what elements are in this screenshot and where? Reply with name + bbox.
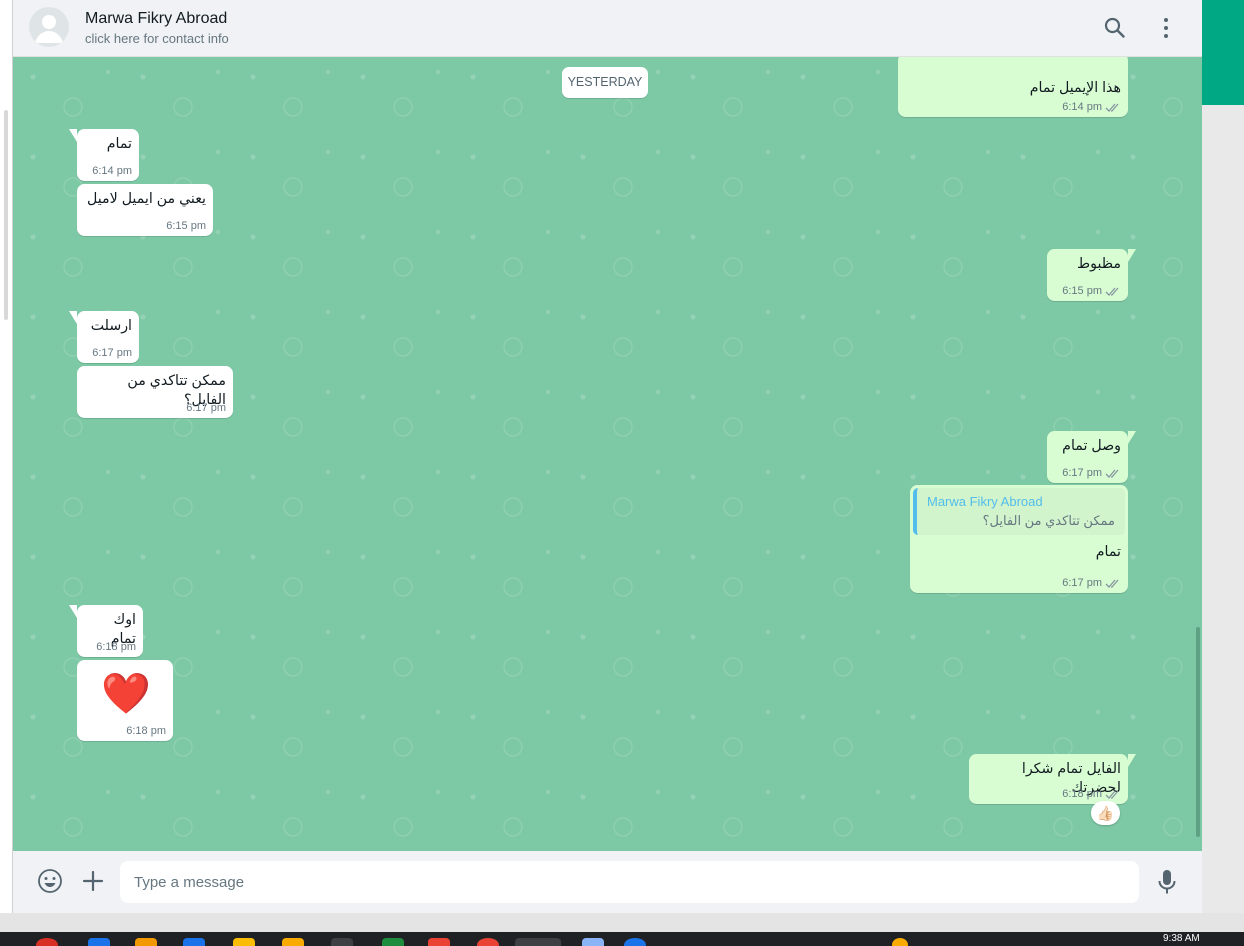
message-text: ارسلت xyxy=(90,318,132,334)
taskbar-app-icon[interactable] xyxy=(624,938,646,946)
message-time: 6:18 pm xyxy=(126,725,166,737)
emoji-button[interactable] xyxy=(37,868,63,894)
message-meta: 6:15 pm xyxy=(1062,285,1121,297)
taskbar-app-icon[interactable] xyxy=(135,938,157,946)
message-text: تمام xyxy=(106,136,132,152)
message-meta: 6:17 pm xyxy=(1062,467,1121,479)
message-meta: 6:17 pm xyxy=(92,347,132,359)
double-check-icon xyxy=(1105,287,1119,296)
menu-button[interactable] xyxy=(1155,15,1177,41)
incoming-message[interactable]: يعني من ايميل لاميل 6:15 pm xyxy=(77,184,213,236)
message-reaction[interactable]: 👍🏻 xyxy=(1091,801,1120,825)
double-check-icon xyxy=(1105,790,1119,799)
message-meta: 6:14 pm xyxy=(1062,101,1121,113)
avatar[interactable] xyxy=(29,7,69,47)
message-time: 6:14 pm xyxy=(92,165,132,177)
accent-bar xyxy=(1202,0,1244,105)
message-time: 6:18 pm xyxy=(1062,788,1102,800)
quoted-message[interactable]: Marwa Fikry Abroad ممكن تتاكدي من الفايل… xyxy=(913,488,1125,535)
taskbar-tray-icon[interactable] xyxy=(892,938,908,946)
double-check-icon xyxy=(1105,469,1119,478)
message-time: 6:15 pm xyxy=(1062,285,1102,297)
message-meta: 6:17 pm xyxy=(1062,577,1121,589)
more-vertical-icon xyxy=(1164,18,1168,38)
microphone-icon xyxy=(1158,870,1176,894)
message-list[interactable]: YESTERDAY هذا الإيميل تمام 6:14 pm تمام … xyxy=(13,57,1203,851)
plus-icon xyxy=(82,870,104,892)
taskbar-app-icon[interactable] xyxy=(233,938,255,946)
message-text: هذا الإيميل تمام xyxy=(1029,80,1121,96)
message-input[interactable] xyxy=(120,861,1139,903)
day-separator: YESTERDAY xyxy=(562,67,648,98)
message-time: 6:18 pm xyxy=(96,641,136,653)
chat-scrollbar[interactable] xyxy=(1196,627,1200,837)
taskbar-app-icon[interactable] xyxy=(183,938,205,946)
smiley-icon xyxy=(38,869,62,893)
left-scrollbar[interactable] xyxy=(4,110,8,320)
incoming-emoji-message[interactable]: ❤️ 6:18 pm xyxy=(77,660,173,741)
quoted-text: ممكن تتاكدي من الفايل؟ xyxy=(982,513,1115,528)
bubble-tail xyxy=(1128,754,1136,767)
chat-wallpaper xyxy=(13,57,1203,851)
os-taskbar: 9:38 AM xyxy=(0,932,1244,946)
search-button[interactable] xyxy=(1102,15,1128,41)
taskbar-app-icon[interactable] xyxy=(382,938,404,946)
taskbar-app-icon[interactable] xyxy=(428,938,450,946)
message-text: مظبوط xyxy=(1077,256,1121,272)
bubble-tail xyxy=(1128,249,1136,262)
search-icon xyxy=(1104,17,1125,38)
taskbar-app-icon[interactable] xyxy=(282,938,304,946)
voice-message-button[interactable] xyxy=(1155,868,1179,896)
taskbar-app-icon-active[interactable] xyxy=(515,938,561,946)
double-check-icon xyxy=(1105,579,1119,588)
message-meta: 6:18 pm xyxy=(96,641,136,653)
taskbar-app-icon[interactable] xyxy=(36,938,58,946)
double-check-icon xyxy=(1105,103,1119,112)
incoming-message[interactable]: ممكن تتاكدي من الفايل؟ 6:17 pm xyxy=(77,366,233,418)
message-meta: 6:18 pm xyxy=(126,725,166,737)
clock[interactable]: 9:38 AM xyxy=(1163,933,1200,944)
incoming-message[interactable]: تمام 6:14 pm xyxy=(69,129,139,181)
default-user-icon xyxy=(35,15,63,43)
attach-button[interactable] xyxy=(80,868,106,894)
bubble-tail xyxy=(69,311,77,324)
heart-emoji: ❤️ xyxy=(101,672,151,716)
compose-bar xyxy=(13,851,1203,913)
contact-name[interactable]: Marwa Fikry Abroad xyxy=(85,10,227,28)
taskbar-app-icon[interactable] xyxy=(331,938,353,946)
taskbar-app-icon[interactable] xyxy=(582,938,604,946)
incoming-message[interactable]: ارسلت 6:17 pm xyxy=(69,311,139,363)
taskbar-app-icon[interactable] xyxy=(477,938,499,946)
message-meta: 6:14 pm xyxy=(92,165,132,177)
message-time: 6:17 pm xyxy=(92,347,132,359)
outgoing-message[interactable]: وصل تمام 6:17 pm xyxy=(1047,431,1136,483)
message-meta: 6:15 pm xyxy=(166,220,206,232)
outgoing-message[interactable]: الفايل تمام شكرا لحضرتك 6:18 pm xyxy=(969,754,1136,804)
message-meta: 6:18 pm xyxy=(1062,788,1121,800)
chat-header[interactable]: Marwa Fikry Abroad click here for contac… xyxy=(13,0,1203,57)
outgoing-reply-message[interactable]: Marwa Fikry Abroad ممكن تتاكدي من الفايل… xyxy=(910,485,1128,593)
bubble-tail xyxy=(69,605,77,618)
window-left-edge xyxy=(0,0,12,913)
taskbar-app-icon[interactable] xyxy=(88,938,110,946)
message-time: 6:17 pm xyxy=(1062,467,1102,479)
message-text: تمام xyxy=(1095,544,1121,560)
chat-window: Marwa Fikry Abroad click here for contac… xyxy=(12,0,1203,913)
message-meta: 6:17 pm xyxy=(186,402,226,414)
message-time: 6:15 pm xyxy=(166,220,206,232)
message-text: وصل تمام xyxy=(1062,438,1121,454)
outgoing-message[interactable]: مظبوط 6:15 pm xyxy=(1047,249,1136,301)
bubble-tail xyxy=(1128,431,1136,444)
side-panel-strip xyxy=(1202,0,1244,913)
message-time: 6:17 pm xyxy=(186,402,226,414)
quoted-author: Marwa Fikry Abroad xyxy=(927,494,1043,509)
message-text: يعني من ايميل لاميل xyxy=(87,191,206,207)
message-time: 6:17 pm xyxy=(1062,577,1102,589)
contact-info-hint[interactable]: click here for contact info xyxy=(85,31,229,46)
bubble-tail xyxy=(69,129,77,142)
message-time: 6:14 pm xyxy=(1062,101,1102,113)
outgoing-message[interactable]: هذا الإيميل تمام 6:14 pm xyxy=(898,57,1128,117)
incoming-message[interactable]: اوك تمام 6:18 pm xyxy=(69,605,143,657)
